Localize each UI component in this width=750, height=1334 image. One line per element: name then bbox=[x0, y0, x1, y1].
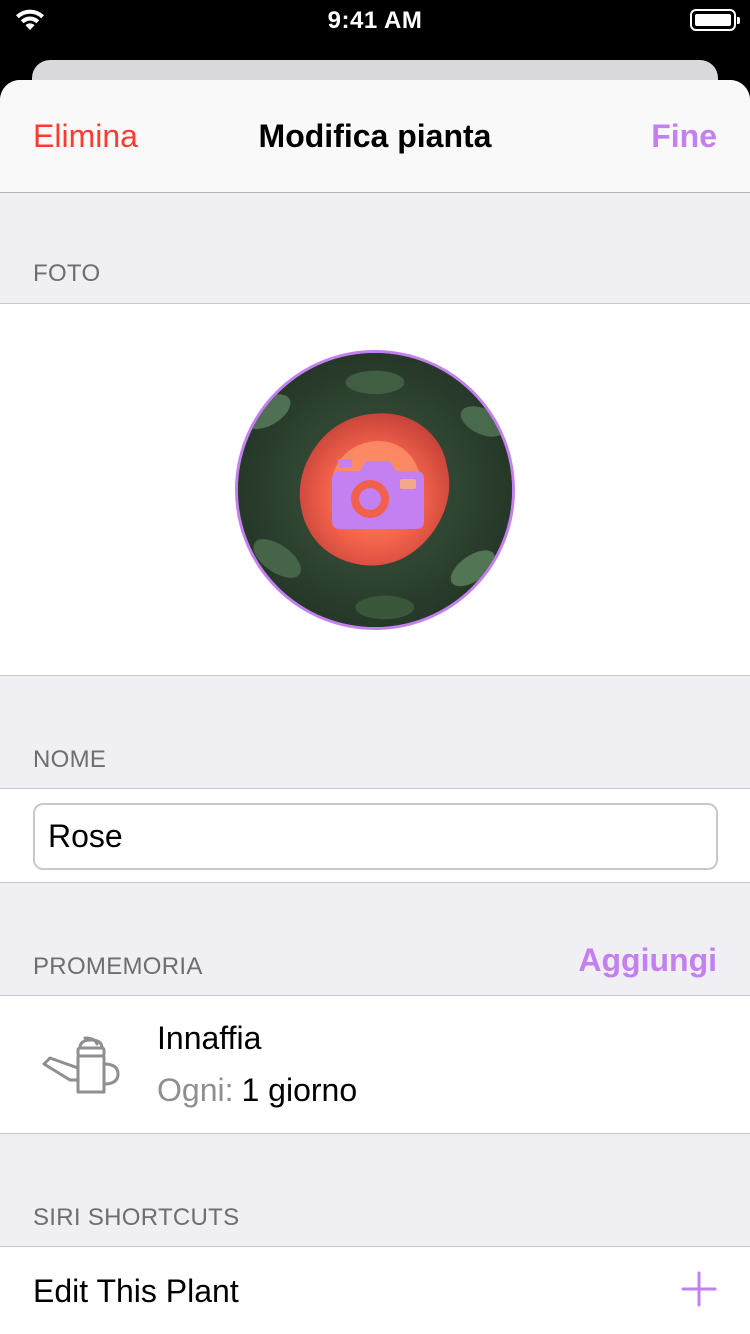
battery-icon bbox=[690, 9, 740, 31]
interval-value: 1 giorno bbox=[241, 1072, 358, 1108]
navigation-bar: Elimina Modifica pianta Fine bbox=[0, 80, 750, 193]
plus-icon[interactable] bbox=[681, 1271, 717, 1307]
edit-plant-sheet: Elimina Modifica pianta Fine FOTO NOME R… bbox=[0, 80, 750, 1334]
watering-can-icon bbox=[42, 1036, 120, 1094]
status-time: 9:41 AM bbox=[327, 7, 423, 34]
shortcut-row[interactable]: Edit This Plant bbox=[0, 1246, 750, 1334]
plant-name-input[interactable] bbox=[33, 803, 718, 870]
interval-label: Ogni: bbox=[157, 1072, 234, 1108]
plant-photo-button[interactable] bbox=[235, 350, 515, 630]
name-group bbox=[0, 788, 750, 883]
reminder-title: Innaffia bbox=[157, 1020, 262, 1056]
done-button[interactable]: Fine bbox=[651, 118, 717, 155]
status-bar: 9:41 AM bbox=[0, 0, 750, 40]
photo-section-header: FOTO bbox=[33, 260, 101, 287]
name-section-header: NOME bbox=[33, 746, 107, 773]
reminders-section-header: PROMEMORIA bbox=[33, 953, 203, 980]
reminder-interval: Ogni: 1 giorno bbox=[157, 1072, 357, 1109]
add-reminder-button[interactable]: Aggiungi bbox=[578, 942, 717, 979]
photo-group bbox=[0, 303, 750, 676]
delete-button[interactable]: Elimina bbox=[33, 118, 138, 155]
shortcut-label: Edit This Plant bbox=[33, 1273, 239, 1309]
reminder-row[interactable]: Innaffia Ogni: 1 giorno bbox=[0, 995, 750, 1134]
camera-icon bbox=[332, 459, 424, 529]
siri-section-header: SIRI SHORTCUTS bbox=[33, 1204, 240, 1231]
